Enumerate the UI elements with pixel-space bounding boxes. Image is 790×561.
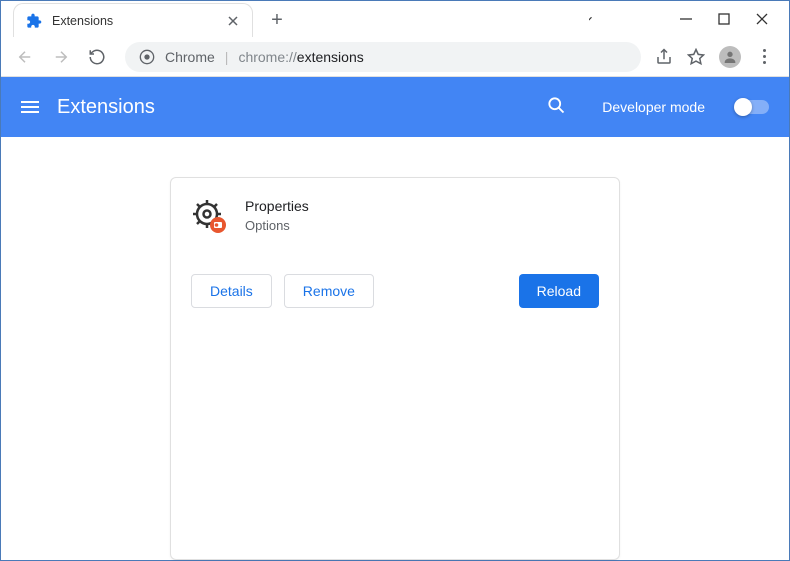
omnibox-separator: | xyxy=(225,49,229,65)
remove-button[interactable]: Remove xyxy=(284,274,374,308)
maximize-button[interactable] xyxy=(717,12,731,26)
close-window-button[interactable] xyxy=(755,12,769,26)
browser-toolbar: Chrome | chrome://extensions xyxy=(1,37,789,77)
reload-extension-button[interactable]: Reload xyxy=(519,274,599,308)
puzzle-icon xyxy=(26,13,42,29)
extension-title: Properties xyxy=(245,198,309,214)
developer-mode-label: Developer mode xyxy=(602,99,705,115)
menu-button[interactable] xyxy=(755,48,773,66)
tab-extensions[interactable]: Extensions xyxy=(13,3,253,37)
close-tab-icon[interactable] xyxy=(226,14,240,28)
tab-title: Extensions xyxy=(52,14,226,28)
gear-icon xyxy=(191,198,227,234)
hamburger-menu-icon[interactable] xyxy=(21,101,39,113)
developer-mode-toggle[interactable] xyxy=(735,100,769,114)
page-title: Extensions xyxy=(57,96,528,119)
search-icon[interactable] xyxy=(546,95,566,120)
address-bar[interactable]: Chrome | chrome://extensions xyxy=(125,42,641,72)
details-button[interactable]: Details xyxy=(191,274,272,308)
tab-strip: Extensions + xyxy=(1,1,589,37)
extensions-header: Extensions Developer mode xyxy=(1,77,789,137)
extension-description: Options xyxy=(245,218,309,233)
extension-card: Properties Options Details Remove Reload xyxy=(170,177,620,560)
star-icon[interactable] xyxy=(687,48,705,66)
reload-button[interactable] xyxy=(83,43,111,71)
content-area: PC risk.com Properties Options Details R… xyxy=(1,137,789,560)
minimize-button[interactable] xyxy=(679,12,693,26)
omnibox-url: chrome://extensions xyxy=(238,49,363,65)
new-tab-button[interactable]: + xyxy=(263,6,291,34)
chrome-icon xyxy=(139,49,155,65)
share-icon[interactable] xyxy=(655,48,673,66)
profile-avatar[interactable] xyxy=(719,46,741,68)
omnibox-prefix: Chrome xyxy=(165,49,215,65)
back-button[interactable] xyxy=(11,43,39,71)
forward-button[interactable] xyxy=(47,43,75,71)
browser-window: Extensions + Chrome | chrome://extension… xyxy=(0,0,790,561)
